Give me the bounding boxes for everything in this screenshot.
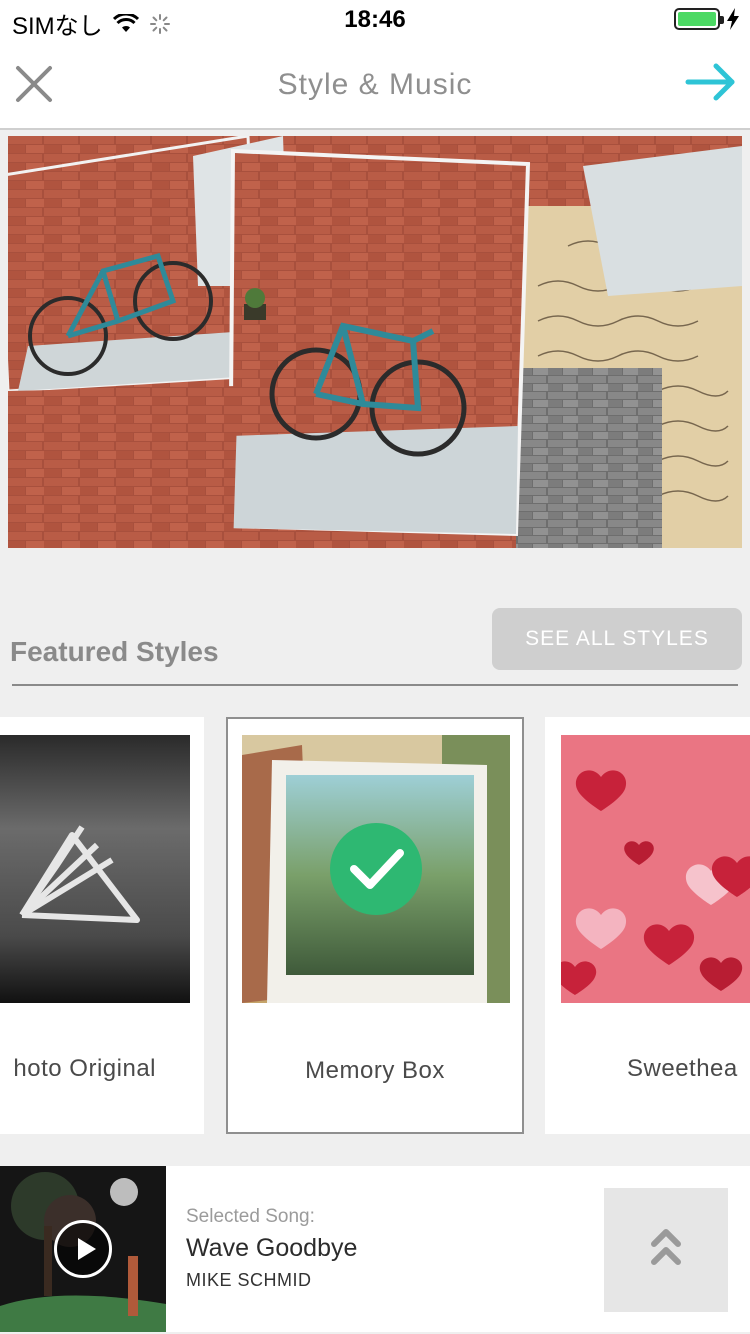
selected-song-caption: Selected Song: — [186, 1206, 315, 1227]
status-right — [674, 8, 740, 30]
battery-icon — [674, 8, 724, 30]
animoto-logo-icon — [0, 735, 190, 1003]
section-divider — [12, 684, 738, 686]
song-artwork — [0, 1166, 166, 1332]
featured-styles-heading: Featured Styles — [10, 636, 219, 667]
style-thumbnail — [0, 735, 190, 1003]
page-title: Style & Music — [277, 68, 473, 101]
selected-song-bar: Selected Song: Wave Goodbye MIKE SCHMID — [0, 1166, 750, 1332]
memory-box-thumbnail-image — [242, 735, 510, 1003]
style-card-sweetheart[interactable]: Sweethea — [545, 717, 750, 1134]
next-button[interactable] — [684, 60, 738, 104]
style-card-photo-original[interactable]: hoto Original — [0, 717, 204, 1134]
arrow-right-icon — [685, 63, 735, 101]
style-card-label: hoto Original — [13, 1055, 156, 1082]
nav-bar: Style & Music — [0, 40, 750, 130]
chevron-double-up-icon — [651, 1229, 681, 1265]
sweetheart-thumbnail-image — [561, 735, 750, 1003]
style-card-label: Sweethea — [627, 1055, 738, 1082]
style-card-memory-box[interactable]: Memory Box — [226, 717, 524, 1134]
play-button[interactable] — [54, 1220, 112, 1278]
song-artist: MIKE SCHMID — [186, 1270, 312, 1290]
preview-collage-image — [8, 136, 742, 548]
charging-bolt-icon — [727, 8, 739, 30]
style-thumbnail — [561, 735, 750, 1003]
styles-carousel[interactable]: hoto Original Memory Box Sweethea — [0, 717, 750, 1135]
song-title: Wave Goodbye — [186, 1234, 358, 1262]
style-thumbnail — [242, 735, 510, 1003]
style-preview[interactable] — [8, 136, 742, 548]
status-bar: SIMなし 18:46 — [0, 0, 750, 40]
status-time: 18:46 — [344, 6, 406, 33]
style-card-label: Memory Box — [305, 1057, 445, 1084]
expand-music-button[interactable] — [604, 1188, 728, 1312]
see-all-styles-button[interactable]: SEE ALL STYLES — [492, 608, 742, 670]
